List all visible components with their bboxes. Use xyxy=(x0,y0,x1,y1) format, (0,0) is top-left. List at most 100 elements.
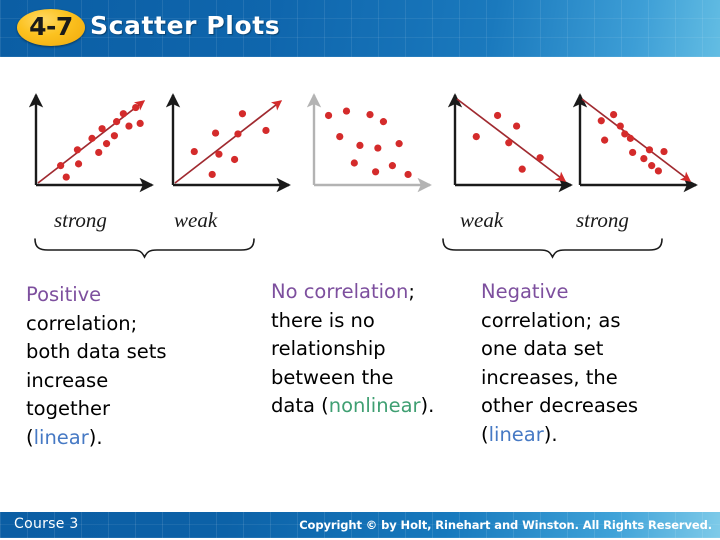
caption-positive-highlight: Positive xyxy=(26,283,102,306)
caption-negative-highlight: Negative xyxy=(481,280,569,303)
brace-group-positive: strong weak xyxy=(22,208,262,266)
caption-none-line4: between the xyxy=(271,365,394,389)
data-point xyxy=(102,140,111,148)
caption-positive-term: linear xyxy=(33,425,89,449)
data-point xyxy=(336,133,344,141)
data-point xyxy=(125,122,133,130)
plot-canvas-no-correlation xyxy=(306,93,432,193)
trend-line xyxy=(174,100,283,184)
caption-positive-line4: increase xyxy=(26,368,109,392)
scatter-plot-no-correlation xyxy=(296,85,436,200)
caption-none-line3: relationship xyxy=(271,337,386,360)
data-point xyxy=(404,170,412,179)
caption-no-correlation: No correlation; there is no relationship… xyxy=(271,278,486,421)
data-point xyxy=(113,118,121,126)
caption-none-line2: there is no xyxy=(271,308,375,332)
scatter-plot-strong-negative xyxy=(562,85,702,200)
data-point xyxy=(518,165,526,173)
plot-canvas-weak-positive xyxy=(165,93,291,193)
lesson-number-text: 4-7 xyxy=(29,12,73,41)
data-point xyxy=(395,140,403,148)
slide-header: 4-7 Scatter Plots xyxy=(0,0,720,57)
brace-label-right-strong: strong xyxy=(576,208,629,232)
caption-none-highlight: No correlation xyxy=(271,280,409,303)
data-point xyxy=(324,111,333,120)
slide-footer: Course 3 Copyright © by Holt, Rinehart a… xyxy=(0,512,720,538)
caption-negative-paren-close: ). xyxy=(543,422,558,446)
data-point xyxy=(211,129,220,137)
caption-negative-line5: other decreases xyxy=(481,394,639,417)
scatter-plot-weak-negative xyxy=(437,85,577,200)
data-point xyxy=(356,141,364,149)
data-point xyxy=(215,150,223,158)
caption-negative-term: linear xyxy=(488,422,544,446)
plot-canvas-strong-positive xyxy=(28,93,154,193)
brace-left-icon xyxy=(34,238,255,259)
data-point xyxy=(374,144,382,152)
data-point xyxy=(95,148,103,157)
trend-line xyxy=(581,98,692,182)
data-point xyxy=(379,118,388,126)
brace-right-icon xyxy=(442,238,663,259)
caption-positive-paren-open: ( xyxy=(26,425,34,449)
data-point xyxy=(366,111,374,119)
data-point xyxy=(610,111,618,119)
caption-negative-line3: one data set xyxy=(481,337,604,360)
data-point xyxy=(493,111,502,120)
footer-course-label: Course 3 xyxy=(14,516,79,532)
caption-negative-correlation: Negative correlation; as one data set in… xyxy=(481,278,716,449)
data-point xyxy=(626,134,634,142)
data-point xyxy=(621,130,629,138)
data-point xyxy=(350,159,358,167)
data-point xyxy=(601,136,609,144)
data-point xyxy=(190,147,198,156)
data-point xyxy=(57,162,65,170)
caption-positive-line5: together xyxy=(26,397,110,420)
plot-canvas-weak-negative xyxy=(447,93,573,193)
data-point xyxy=(536,154,544,162)
data-point xyxy=(208,170,216,179)
data-point xyxy=(231,155,239,164)
brace-label-left-weak: weak xyxy=(174,208,218,232)
caption-positive-line2: correlation; xyxy=(26,311,138,335)
caption-none-paren-open: ( xyxy=(321,394,329,417)
caption-none-paren-close: ). xyxy=(420,394,435,417)
data-point xyxy=(262,126,270,135)
data-point xyxy=(654,167,662,175)
caption-positive-line3: both data sets xyxy=(26,340,167,363)
data-point xyxy=(513,122,521,130)
caption-negative-paren-open: ( xyxy=(481,422,489,446)
data-point xyxy=(660,147,668,156)
caption-none-line5: data xyxy=(271,394,322,417)
data-point xyxy=(629,148,637,157)
caption-positive-paren-close: ). xyxy=(88,425,103,449)
data-point xyxy=(132,103,140,112)
data-point xyxy=(234,130,242,138)
caption-positive-correlation: Positive correlation; both data sets inc… xyxy=(26,281,246,452)
trend-line xyxy=(37,100,146,184)
data-point xyxy=(238,110,247,118)
page-title: Scatter Plots xyxy=(90,11,281,40)
caption-none-semicolon: ; xyxy=(408,280,415,303)
data-point xyxy=(372,168,380,176)
data-point xyxy=(74,160,83,168)
caption-negative-line2: correlation; as xyxy=(481,308,621,332)
data-point xyxy=(472,133,480,141)
scatter-plot-row xyxy=(0,57,720,207)
lesson-number-badge: 4-7 xyxy=(17,9,85,46)
data-point xyxy=(136,119,144,127)
scatter-plot-strong-positive xyxy=(18,85,158,200)
data-point xyxy=(110,132,118,140)
data-point xyxy=(616,122,624,130)
data-point xyxy=(98,125,106,133)
data-point xyxy=(388,162,396,170)
caption-negative-line4: increases, the xyxy=(481,365,618,389)
brace-group-negative: weak strong xyxy=(432,208,672,266)
data-point xyxy=(648,162,656,170)
data-point xyxy=(597,117,605,125)
data-point xyxy=(640,155,648,163)
data-point xyxy=(342,107,351,115)
plot-canvas-strong-negative xyxy=(572,93,698,193)
footer-copyright: Copyright © by Holt, Rinehart and Winsto… xyxy=(299,518,712,532)
brace-label-left-strong: strong xyxy=(54,208,107,232)
